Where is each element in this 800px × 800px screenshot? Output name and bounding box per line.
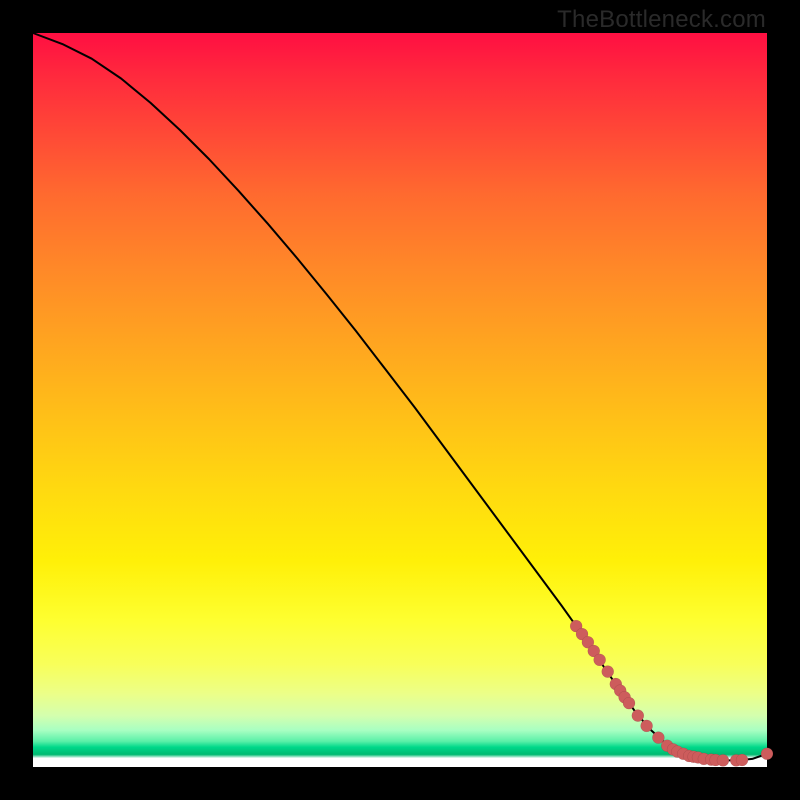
chart-frame: TheBottleneck.com — [0, 0, 800, 800]
data-point — [641, 720, 653, 732]
data-point — [623, 697, 635, 709]
data-point — [602, 666, 614, 678]
bottleneck-curve — [33, 33, 767, 760]
chart-overlay — [33, 33, 767, 767]
watermark-text: TheBottleneck.com — [557, 6, 766, 34]
data-point — [736, 754, 748, 766]
data-point — [761, 748, 773, 760]
data-point — [717, 754, 729, 766]
data-points — [570, 620, 773, 766]
data-point — [594, 654, 606, 666]
data-point — [632, 710, 644, 722]
